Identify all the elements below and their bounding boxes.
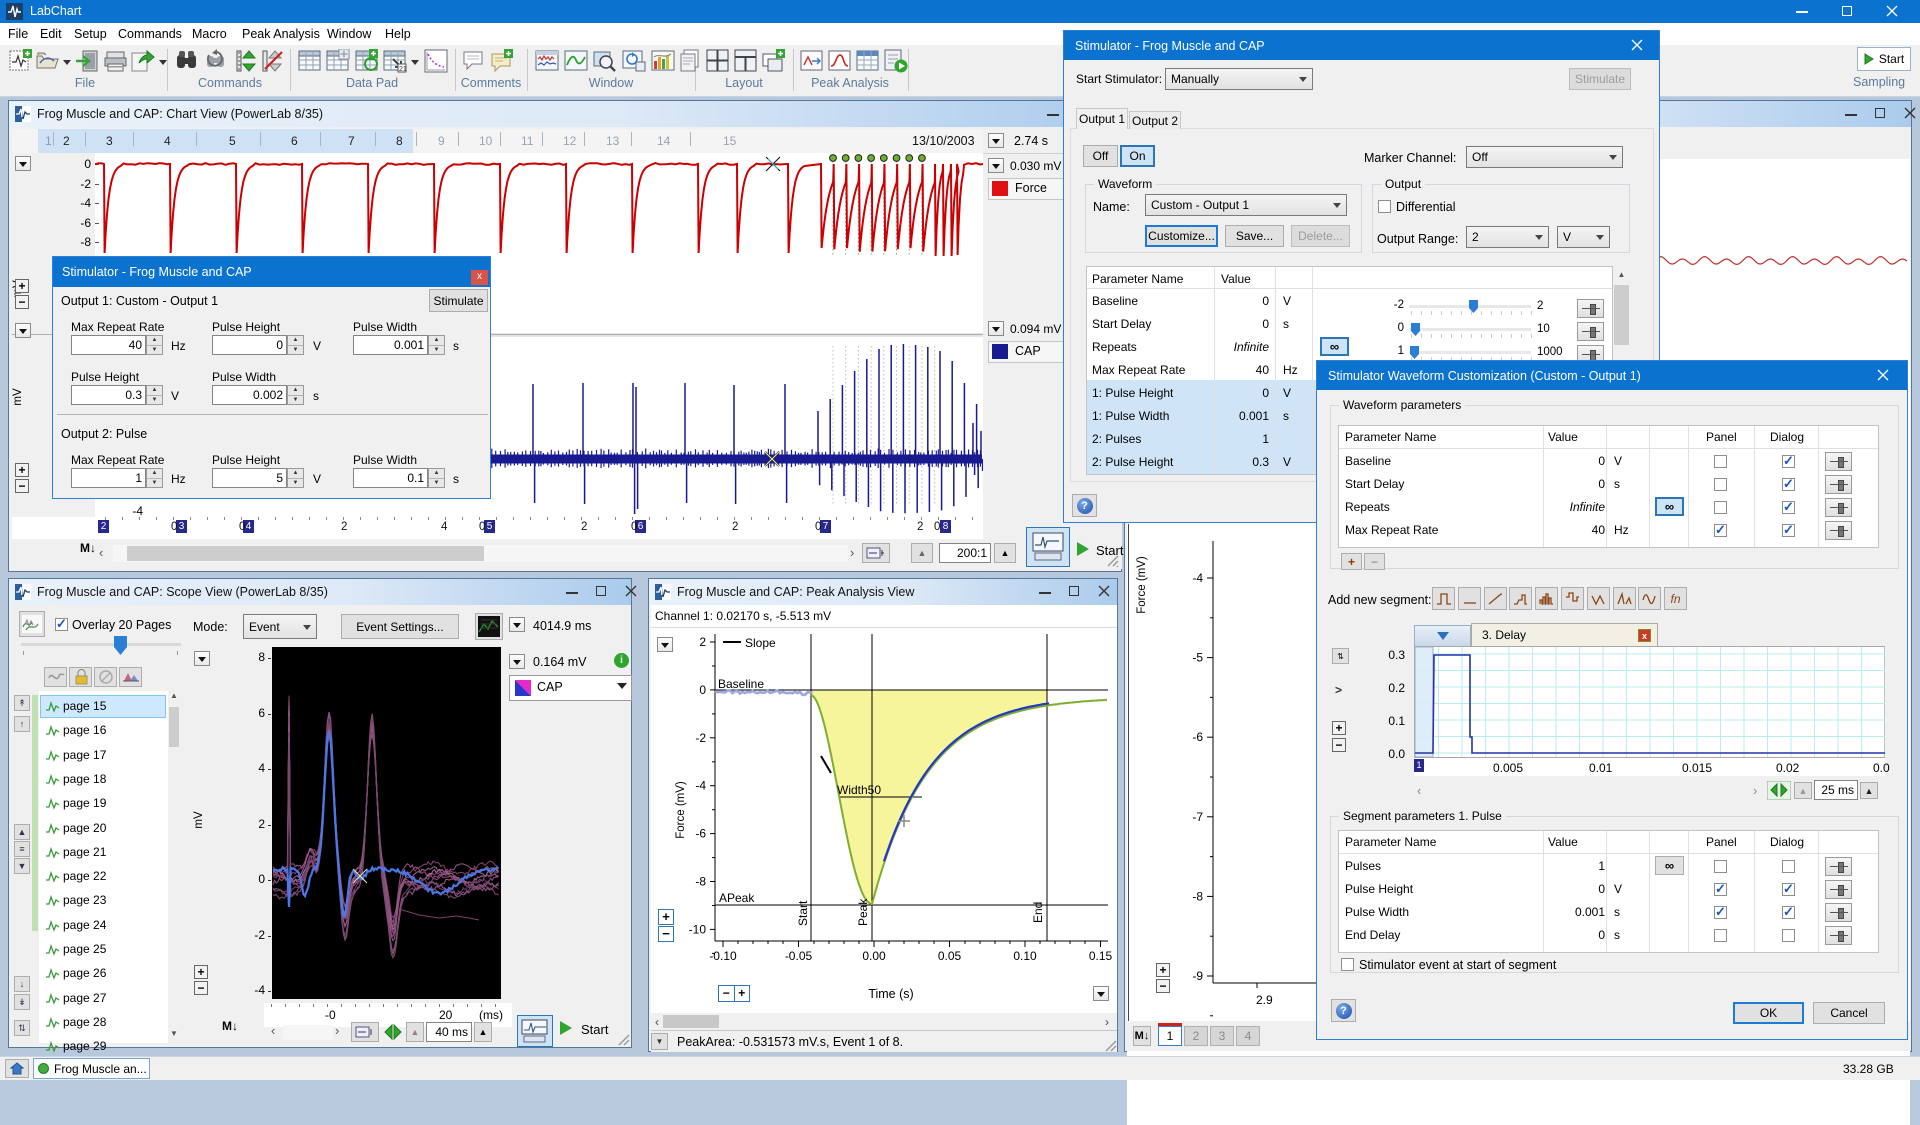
svg-text:APeak: APeak [719,891,755,905]
svg-text:-7: -7 [1192,810,1203,824]
svg-text:-5: -5 [1192,651,1203,665]
svg-text:-8: -8 [1192,889,1203,903]
svg-text:0: 0 [699,683,706,697]
svg-text:Peak: Peak [856,898,870,926]
svg-text:-6: -6 [695,827,706,841]
svg-text:End: End [1031,902,1045,923]
svg-text:-0.05: -0.05 [785,949,813,963]
svg-text:-10: -10 [689,922,707,936]
svg-text:2.9: 2.9 [1256,993,1273,1007]
svg-text:Width50: Width50 [837,783,881,797]
svg-text:0.15: 0.15 [1089,949,1113,963]
svg-text:-4: -4 [1192,571,1203,585]
svg-text:Baseline: Baseline [718,677,764,691]
svg-text:-2: -2 [695,731,706,745]
svg-text:21: 21 [399,66,407,73]
svg-text:-0.10: -0.10 [709,949,737,963]
svg-text:0.05: 0.05 [938,949,962,963]
svg-text:-6: -6 [1192,730,1203,744]
svg-text:Start: Start [796,900,810,926]
svg-text:Slope: Slope [745,636,776,650]
svg-text:0.00: 0.00 [862,949,886,963]
svg-text:0.10: 0.10 [1013,949,1037,963]
svg-text:-4: -4 [695,779,706,793]
svg-text:2: 2 [699,635,706,649]
svg-text:-9: -9 [1192,969,1203,983]
svg-text:-8: -8 [695,875,706,889]
